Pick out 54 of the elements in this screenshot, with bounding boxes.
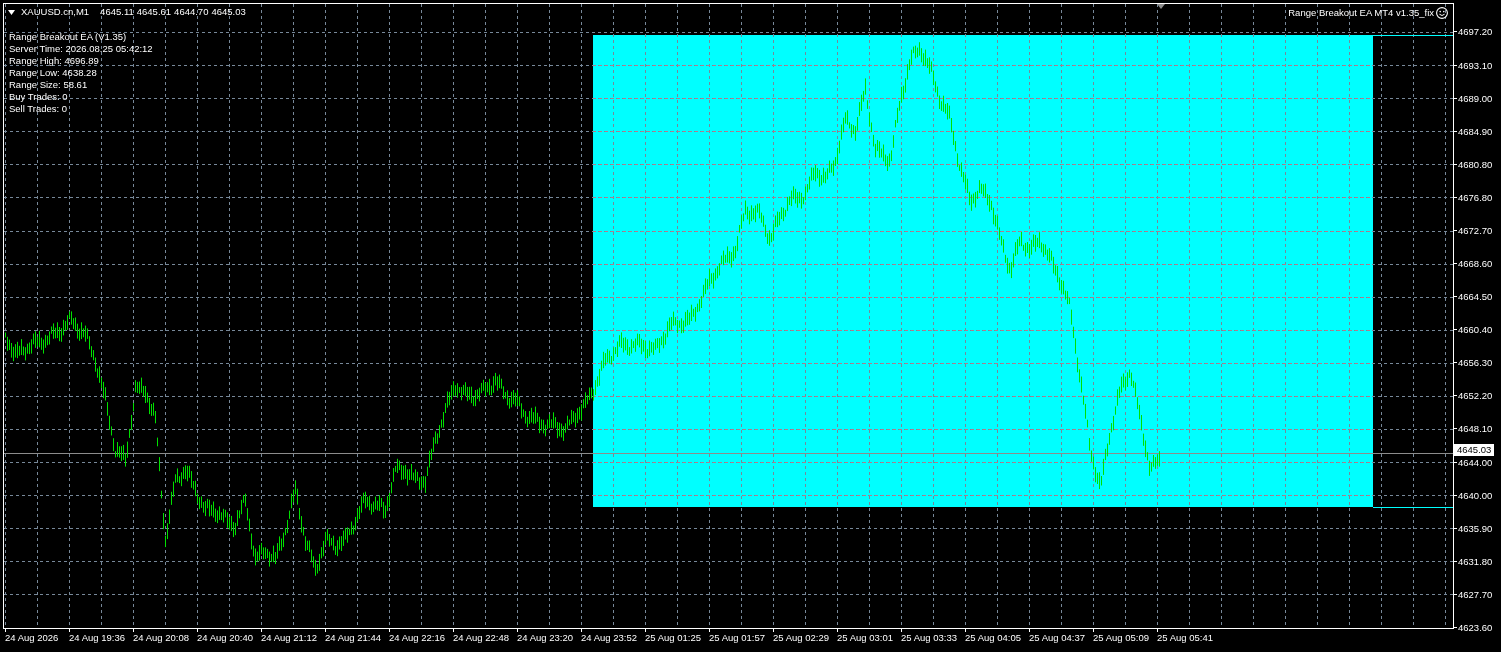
price-label: 4672.70: [1458, 224, 1493, 236]
expert-name-label: Range Breakout EA MT4 v1.35_fix: [1288, 7, 1434, 19]
price-label: 4660.40: [1458, 324, 1493, 336]
ea-info-line: Range High: 4696.89: [9, 55, 99, 67]
price-label: 4693.10: [1458, 59, 1493, 71]
quote-value: 4645.11: [100, 6, 134, 18]
price-label: 4676.80: [1458, 191, 1493, 203]
time-label: 24 Aug 23:52: [581, 632, 637, 644]
time-label: 25 Aug 01:25: [645, 632, 701, 644]
symbol-period-label: XAUUSD.cn,M1: [21, 6, 90, 18]
time-label: 25 Aug 05:41: [1157, 632, 1213, 644]
time-label: 24 Aug 21:44: [325, 632, 381, 644]
ea-info-line: Sell Trades: 0: [9, 103, 68, 115]
price-label: 4627.70: [1458, 588, 1493, 600]
triangle-marker-icon[interactable]: [1157, 4, 1165, 9]
time-label: 25 Aug 04:05: [965, 632, 1021, 644]
price-label: 4680.80: [1458, 158, 1493, 170]
time-label: 25 Aug 05:09: [1093, 632, 1149, 644]
price-label: 4664.50: [1458, 291, 1493, 303]
quote-value: 4644.70: [174, 6, 209, 18]
quote-value: 4645.03: [211, 6, 246, 18]
price-label: 4648.10: [1458, 423, 1493, 435]
price-label: 4623.60: [1458, 621, 1493, 633]
time-label: 25 Aug 04:37: [1029, 632, 1085, 644]
ea-info-line: Range Size: 58.61: [9, 79, 88, 91]
price-label: 4697.20: [1458, 26, 1493, 38]
ea-info-line: Range Breakout EA (V1.35): [9, 31, 127, 43]
quote-value: 4645.61: [136, 6, 172, 18]
time-label: 24 Aug 22:16: [389, 632, 445, 644]
current-price-label: 4645.03: [1454, 444, 1495, 456]
time-label: 24 Aug 23:20: [517, 632, 573, 644]
time-label: 25 Aug 03:01: [837, 632, 893, 644]
ea-info-line: Range Low: 4638.28: [9, 67, 97, 79]
time-label: 25 Aug 02:29: [773, 632, 829, 644]
ea-info-line: Server Time: 2026.08.25 05:42:12: [9, 43, 153, 55]
price-label: 4644.00: [1458, 456, 1493, 468]
price-label: 4635.90: [1458, 522, 1493, 534]
price-label: 4684.90: [1458, 125, 1493, 137]
price-label: 4689.00: [1458, 92, 1493, 104]
time-label: 24 Aug 19:36: [69, 632, 125, 644]
time-label: 24 Aug 22:48: [453, 632, 509, 644]
price-label: 4668.60: [1458, 258, 1493, 270]
ea-info-line: Buy Trades: 0: [9, 91, 68, 103]
time-label: 24 Aug 20:08: [133, 632, 189, 644]
price-label: 4631.80: [1458, 555, 1493, 567]
time-label: 24 Aug 21:12: [261, 632, 317, 644]
price-label: 4656.30: [1458, 357, 1493, 369]
time-label: 24 Aug 2026: [5, 632, 59, 644]
time-label: 25 Aug 01:57: [709, 632, 765, 644]
price-label: 4652.20: [1458, 390, 1493, 402]
time-label: 24 Aug 20:40: [197, 632, 253, 644]
caret-icon[interactable]: [8, 9, 15, 15]
price-label: 4640.00: [1458, 489, 1493, 501]
time-label: 25 Aug 03:33: [901, 632, 957, 644]
